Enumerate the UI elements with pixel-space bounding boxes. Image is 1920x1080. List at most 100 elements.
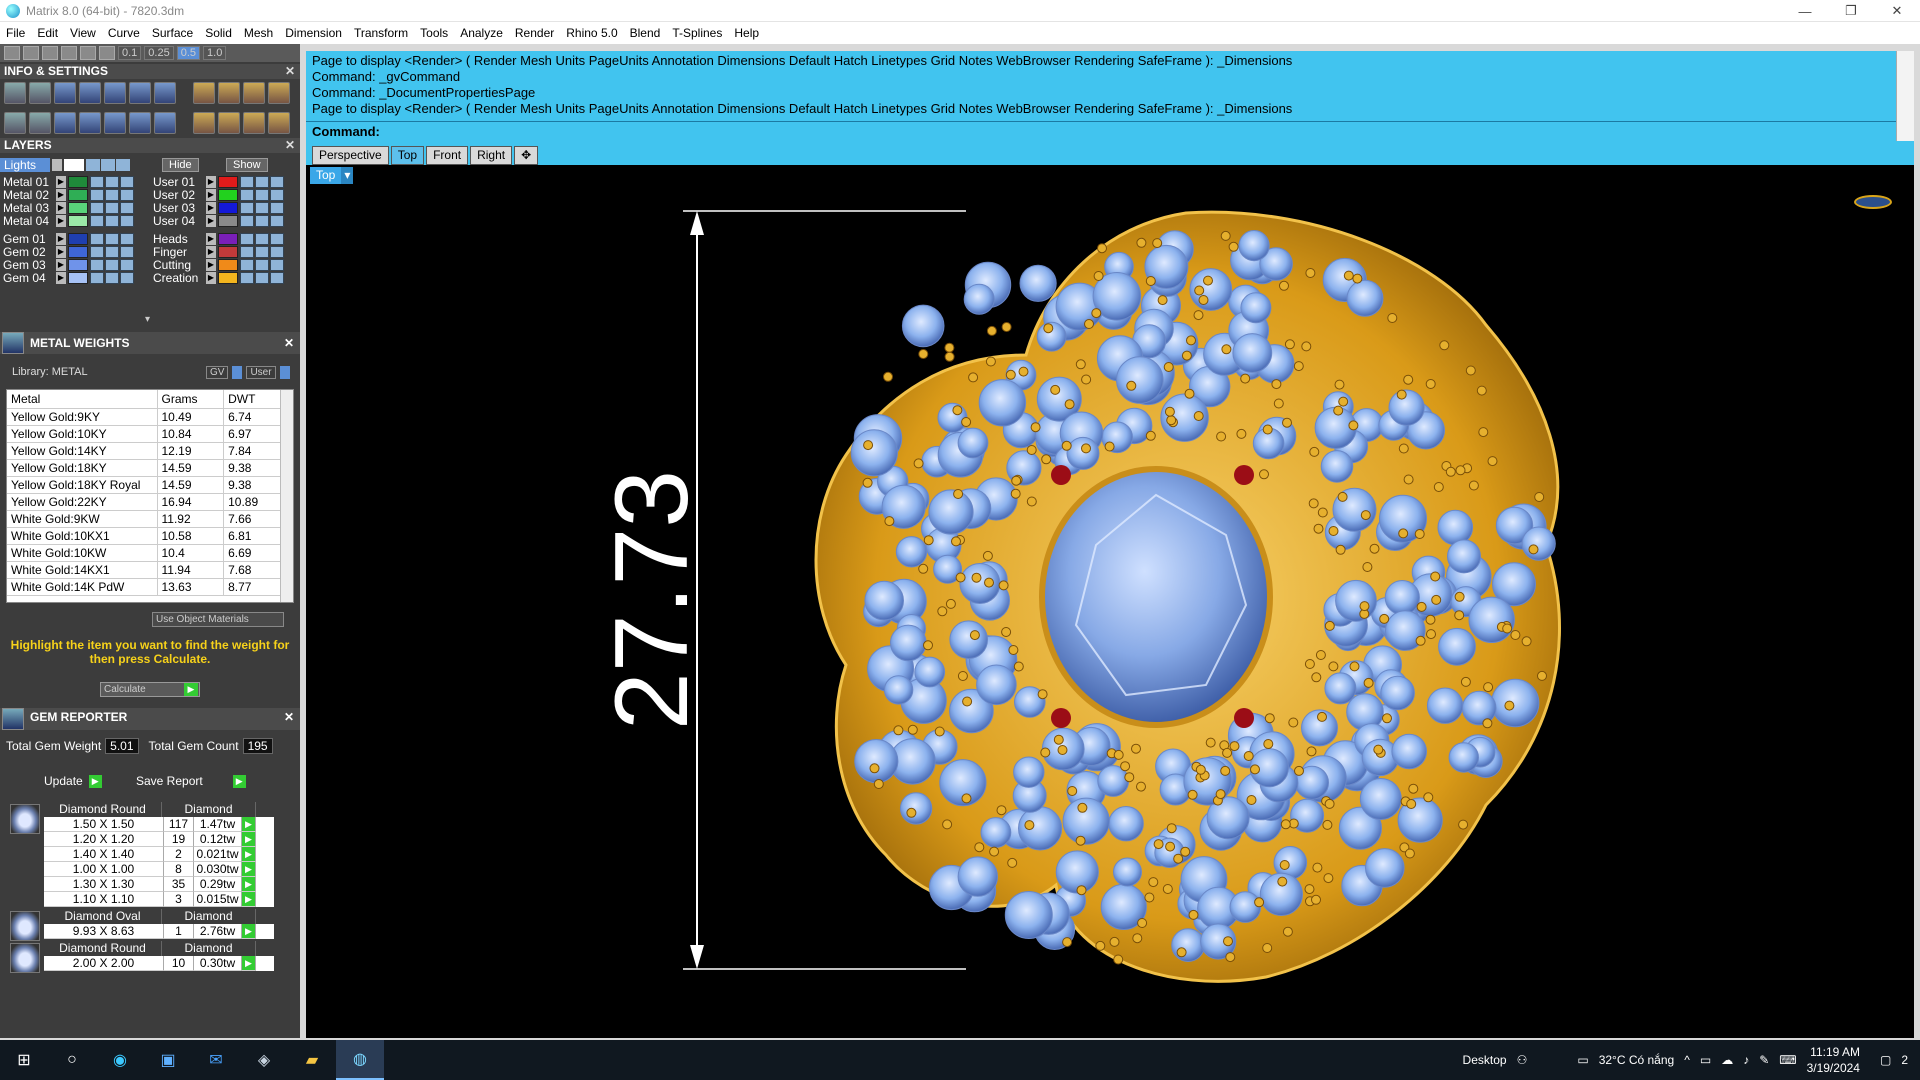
notification-icon[interactable]: ▢: [1880, 1053, 1891, 1067]
visibility-icon[interactable]: [255, 215, 269, 227]
calculate-button[interactable]: ▶: [184, 683, 198, 696]
update-button[interactable]: Update ▶: [44, 773, 102, 789]
expand-icon[interactable]: ▶: [56, 215, 66, 227]
layer-color-swatch[interactable]: [218, 259, 238, 271]
save-report-button[interactable]: Save Report ▶: [136, 773, 246, 789]
select-icon[interactable]: [270, 233, 284, 245]
step-value[interactable]: 0.5: [176, 46, 201, 60]
tab-perspective[interactable]: Perspective: [312, 146, 389, 165]
mail-icon[interactable]: ✉: [192, 1040, 240, 1080]
visibility-icon[interactable]: [255, 272, 269, 284]
expand-icon[interactable]: ▶: [206, 176, 216, 188]
desktop-toolbar[interactable]: Desktop: [1463, 1053, 1507, 1067]
layer-color-swatch[interactable]: [218, 189, 238, 201]
visibility-icon[interactable]: [255, 202, 269, 214]
lock-icon[interactable]: [240, 246, 254, 258]
expand-icon[interactable]: ▶: [56, 176, 66, 188]
close-button[interactable]: ✕: [1874, 0, 1920, 22]
table-scrollbar[interactable]: [280, 390, 293, 602]
menu-item[interactable]: Tools: [420, 26, 448, 40]
select-icon[interactable]: [116, 159, 130, 171]
store-icon[interactable]: ▣: [144, 1040, 192, 1080]
tool-button[interactable]: [61, 46, 77, 60]
tool-button[interactable]: [99, 46, 115, 60]
close-icon[interactable]: ✕: [284, 708, 294, 726]
tool-button[interactable]: [80, 46, 96, 60]
layer-color-swatch[interactable]: [218, 215, 238, 227]
lock-icon[interactable]: [240, 202, 254, 214]
lights-swatch[interactable]: [64, 159, 84, 171]
filter-icon[interactable]: [104, 112, 126, 134]
layer-row[interactable]: Gem 04 ▶: [3, 271, 135, 285]
visibility-icon[interactable]: [255, 233, 269, 245]
command-scrollbar[interactable]: [1896, 51, 1914, 141]
restore-button[interactable]: ❐: [1828, 0, 1874, 22]
table-row[interactable]: Yellow Gold:22KY 16.94 10.89: [7, 493, 281, 511]
expand-icon[interactable]: ▶: [56, 259, 66, 271]
visibility-icon[interactable]: [105, 215, 119, 227]
layer-row[interactable]: Heads ▶: [153, 232, 285, 246]
lock-icon[interactable]: [90, 202, 104, 214]
expand-icon[interactable]: ▶: [56, 272, 66, 284]
tool-button[interactable]: [42, 46, 58, 60]
gv-toggle[interactable]: GV: [206, 366, 229, 379]
printer-icon[interactable]: [54, 82, 76, 104]
menu-item[interactable]: Help: [734, 26, 759, 40]
expand-icon[interactable]: ▶: [206, 246, 216, 258]
layer-color-swatch[interactable]: [68, 215, 88, 227]
select-icon[interactable]: [270, 202, 284, 214]
lock-icon[interactable]: [90, 215, 104, 227]
step-value[interactable]: 1.0: [203, 46, 227, 60]
material-icon[interactable]: [79, 112, 101, 134]
gem-row[interactable]: 2.00 X 2.00 10 0.30tw ▶: [44, 956, 274, 971]
render-icon[interactable]: [193, 112, 215, 134]
menu-item[interactable]: Mesh: [244, 26, 273, 40]
layer-row[interactable]: Metal 03 ▶: [3, 201, 135, 215]
edit-icon[interactable]: [129, 82, 151, 104]
expand-icon[interactable]: ▶: [206, 202, 216, 214]
visibility-icon[interactable]: [105, 202, 119, 214]
select-icon[interactable]: [120, 233, 134, 245]
cube-icon[interactable]: [154, 82, 176, 104]
visibility-icon[interactable]: [105, 272, 119, 284]
layer-color-swatch[interactable]: [68, 189, 88, 201]
menu-item[interactable]: Analyze: [460, 26, 503, 40]
gem-row[interactable]: 9.93 X 8.63 1 2.76tw ▶: [44, 924, 274, 939]
lock-icon[interactable]: [240, 215, 254, 227]
lock-icon[interactable]: [240, 189, 254, 201]
expand-icon[interactable]: ▶: [206, 259, 216, 271]
layer-row[interactable]: Creation ▶: [153, 271, 285, 285]
files-icon[interactable]: [79, 82, 101, 104]
select-icon[interactable]: [270, 272, 284, 284]
table-row[interactable]: White Gold:14K PdW 13.63 8.77: [7, 578, 281, 596]
expand-icon[interactable]: ▶: [56, 233, 66, 245]
layer-row[interactable]: Finger ▶: [153, 245, 285, 259]
chevron-up-icon[interactable]: ^: [1684, 1053, 1690, 1067]
start-icon[interactable]: ⊞: [0, 1040, 48, 1080]
gem-cut-thumbnail[interactable]: [10, 911, 40, 941]
table-row[interactable]: Yellow Gold:18KY Royal 14.59 9.38: [7, 476, 281, 494]
visibility-icon[interactable]: [105, 259, 119, 271]
select-gem-icon[interactable]: ▶: [242, 892, 256, 907]
close-icon[interactable]: ✕: [284, 332, 294, 354]
tool-button[interactable]: [4, 46, 20, 60]
layer-row[interactable]: Gem 02 ▶: [3, 245, 135, 259]
menu-item[interactable]: Surface: [152, 26, 193, 40]
layer-row[interactable]: User 02 ▶: [153, 188, 285, 202]
render-icon[interactable]: [243, 112, 265, 134]
visibility-icon[interactable]: [105, 176, 119, 188]
lock-icon[interactable]: [86, 159, 100, 171]
tab-front[interactable]: Front: [426, 146, 469, 165]
column-header[interactable]: DWT: [223, 390, 281, 409]
select-icon[interactable]: [120, 202, 134, 214]
layer-color-swatch[interactable]: [218, 176, 238, 188]
select-icon[interactable]: [120, 189, 134, 201]
lock-icon[interactable]: [90, 189, 104, 201]
lock-icon[interactable]: [90, 259, 104, 271]
save-icon[interactable]: [154, 112, 176, 134]
layer-row[interactable]: User 04 ▶: [153, 214, 285, 228]
lock-icon[interactable]: [90, 233, 104, 245]
add-tab-icon[interactable]: ✥: [514, 146, 539, 165]
select-icon[interactable]: [270, 189, 284, 201]
grid-icon[interactable]: [4, 112, 26, 134]
